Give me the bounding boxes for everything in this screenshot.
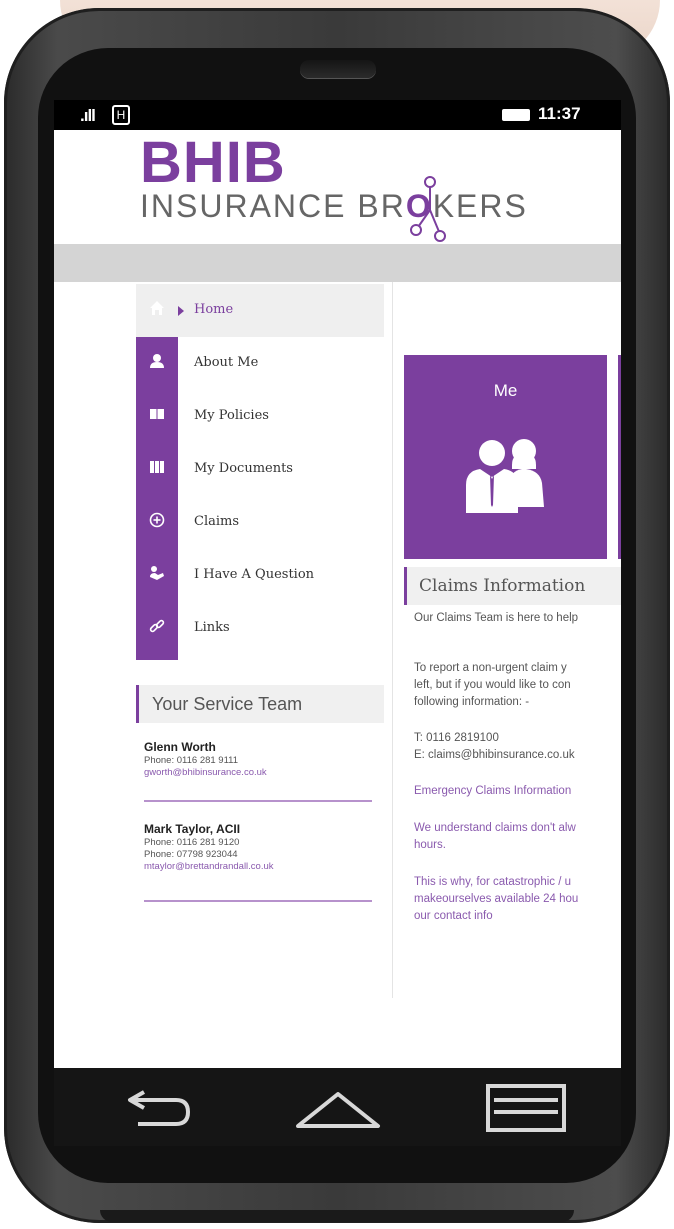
sidebar-item-about-me[interactable]: About Me bbox=[136, 337, 384, 390]
contact-phone: Phone: 0116 281 9120 bbox=[144, 837, 240, 848]
recent-apps-icon[interactable] bbox=[480, 1078, 576, 1134]
documents-icon bbox=[148, 459, 166, 477]
home-icon bbox=[148, 300, 166, 318]
claims-email[interactable]: E: claims@bhibinsurance.co.uk bbox=[414, 747, 575, 764]
sidebar-item-label: Home bbox=[194, 302, 234, 317]
sidebar-item-my-documents[interactable]: My Documents bbox=[136, 443, 384, 496]
service-team-title: Your Service Team bbox=[152, 694, 303, 714]
signal-icon: .ıll bbox=[80, 106, 96, 125]
molecule-icon bbox=[410, 176, 446, 242]
sidebar-item-links[interactable]: Links bbox=[136, 602, 384, 655]
contact-phone: Phone: 0116 281 9111 bbox=[144, 755, 239, 766]
emergency-claims-link[interactable]: Emergency Claims Information bbox=[414, 783, 571, 800]
logo-brand-text: BHIB bbox=[140, 130, 286, 195]
claims-info-heading: Claims Information bbox=[404, 567, 621, 605]
sidebar-item-my-policies[interactable]: My Policies bbox=[136, 390, 384, 443]
phone-screen: .ıll H 11:37 BHIB INSURANCE BROKERS Home bbox=[54, 100, 621, 1068]
logo-subtitle-part1: INSURANCE BR bbox=[140, 188, 406, 224]
network-type-indicator: H bbox=[112, 105, 130, 125]
column-divider bbox=[392, 282, 393, 998]
status-time: 11:37 bbox=[538, 104, 581, 123]
service-team-heading: Your Service Team bbox=[136, 685, 384, 723]
people-icon bbox=[466, 439, 544, 513]
battery-icon bbox=[502, 109, 530, 121]
contact-name: Glenn Worth bbox=[144, 740, 216, 754]
sidebar-item-question[interactable]: I Have A Question bbox=[136, 549, 384, 602]
active-indicator bbox=[178, 306, 184, 316]
logo-subtitle: INSURANCE BROKERS bbox=[140, 188, 528, 225]
sidebar-item-label: Links bbox=[194, 620, 230, 635]
contact-divider bbox=[144, 800, 372, 802]
sidebar-item-label: Claims bbox=[194, 514, 240, 529]
android-nav-bar bbox=[54, 1068, 621, 1146]
contact-divider bbox=[144, 900, 372, 902]
sidebar-item-label: About Me bbox=[194, 355, 259, 370]
contact-card: Glenn Worth Phone: 0116 281 9111 gworth@… bbox=[144, 740, 374, 779]
contact-phone-mobile: Phone: 07798 923044 bbox=[144, 849, 238, 860]
phone-bottom-edge bbox=[100, 1210, 574, 1222]
link-icon bbox=[148, 618, 166, 636]
contact-name: Mark Taylor, ACII bbox=[144, 822, 241, 836]
claims-text-line: hours. bbox=[414, 839, 446, 851]
book-icon bbox=[148, 406, 166, 424]
status-bar: .ıll H 11:37 bbox=[54, 100, 621, 130]
claims-text-line: makeourselves available 24 hou bbox=[414, 893, 579, 905]
tile-title: Me bbox=[493, 381, 518, 400]
back-icon[interactable] bbox=[116, 1078, 202, 1134]
claims-text-line: To report a non-urgent claim y bbox=[414, 662, 567, 674]
claims-phone: T: 0116 2819100 bbox=[414, 732, 499, 744]
home-button-icon[interactable] bbox=[290, 1078, 386, 1134]
claims-info-title: Claims Information bbox=[419, 576, 586, 596]
person-icon bbox=[148, 353, 166, 371]
sidebar-item-claims[interactable]: Claims bbox=[136, 496, 384, 549]
speaker-grille bbox=[300, 60, 376, 78]
header-grey-bar bbox=[54, 244, 621, 282]
sidebar-item-label: My Documents bbox=[194, 461, 293, 476]
claims-text-line: We understand claims don't alw bbox=[414, 822, 576, 834]
claims-text-line: This is why, for catastrophic / u bbox=[414, 876, 572, 888]
sidebar-item-home[interactable]: Home bbox=[136, 284, 384, 337]
claims-text-line: following information: - bbox=[414, 696, 530, 708]
contact-email[interactable]: gworth@bhibinsurance.co.uk bbox=[144, 767, 374, 779]
contact-card: Mark Taylor, ACII Phone: 0116 281 9120 P… bbox=[144, 822, 374, 873]
claims-text-line: Our Claims Team is here to help bbox=[414, 612, 579, 624]
sidebar-item-label: My Policies bbox=[194, 408, 269, 423]
plus-circle-icon bbox=[148, 512, 166, 530]
sidebar-item-label: I Have A Question bbox=[194, 567, 315, 582]
claims-text-line: our contact info bbox=[414, 910, 493, 922]
next-tile-edge[interactable] bbox=[618, 355, 621, 559]
claims-text-line: left, but if you would like to con bbox=[414, 679, 571, 691]
contact-email[interactable]: mtaylor@brettandrandall.co.uk bbox=[144, 861, 374, 873]
me-tile[interactable]: Me bbox=[404, 355, 607, 559]
question-icon bbox=[148, 565, 166, 583]
